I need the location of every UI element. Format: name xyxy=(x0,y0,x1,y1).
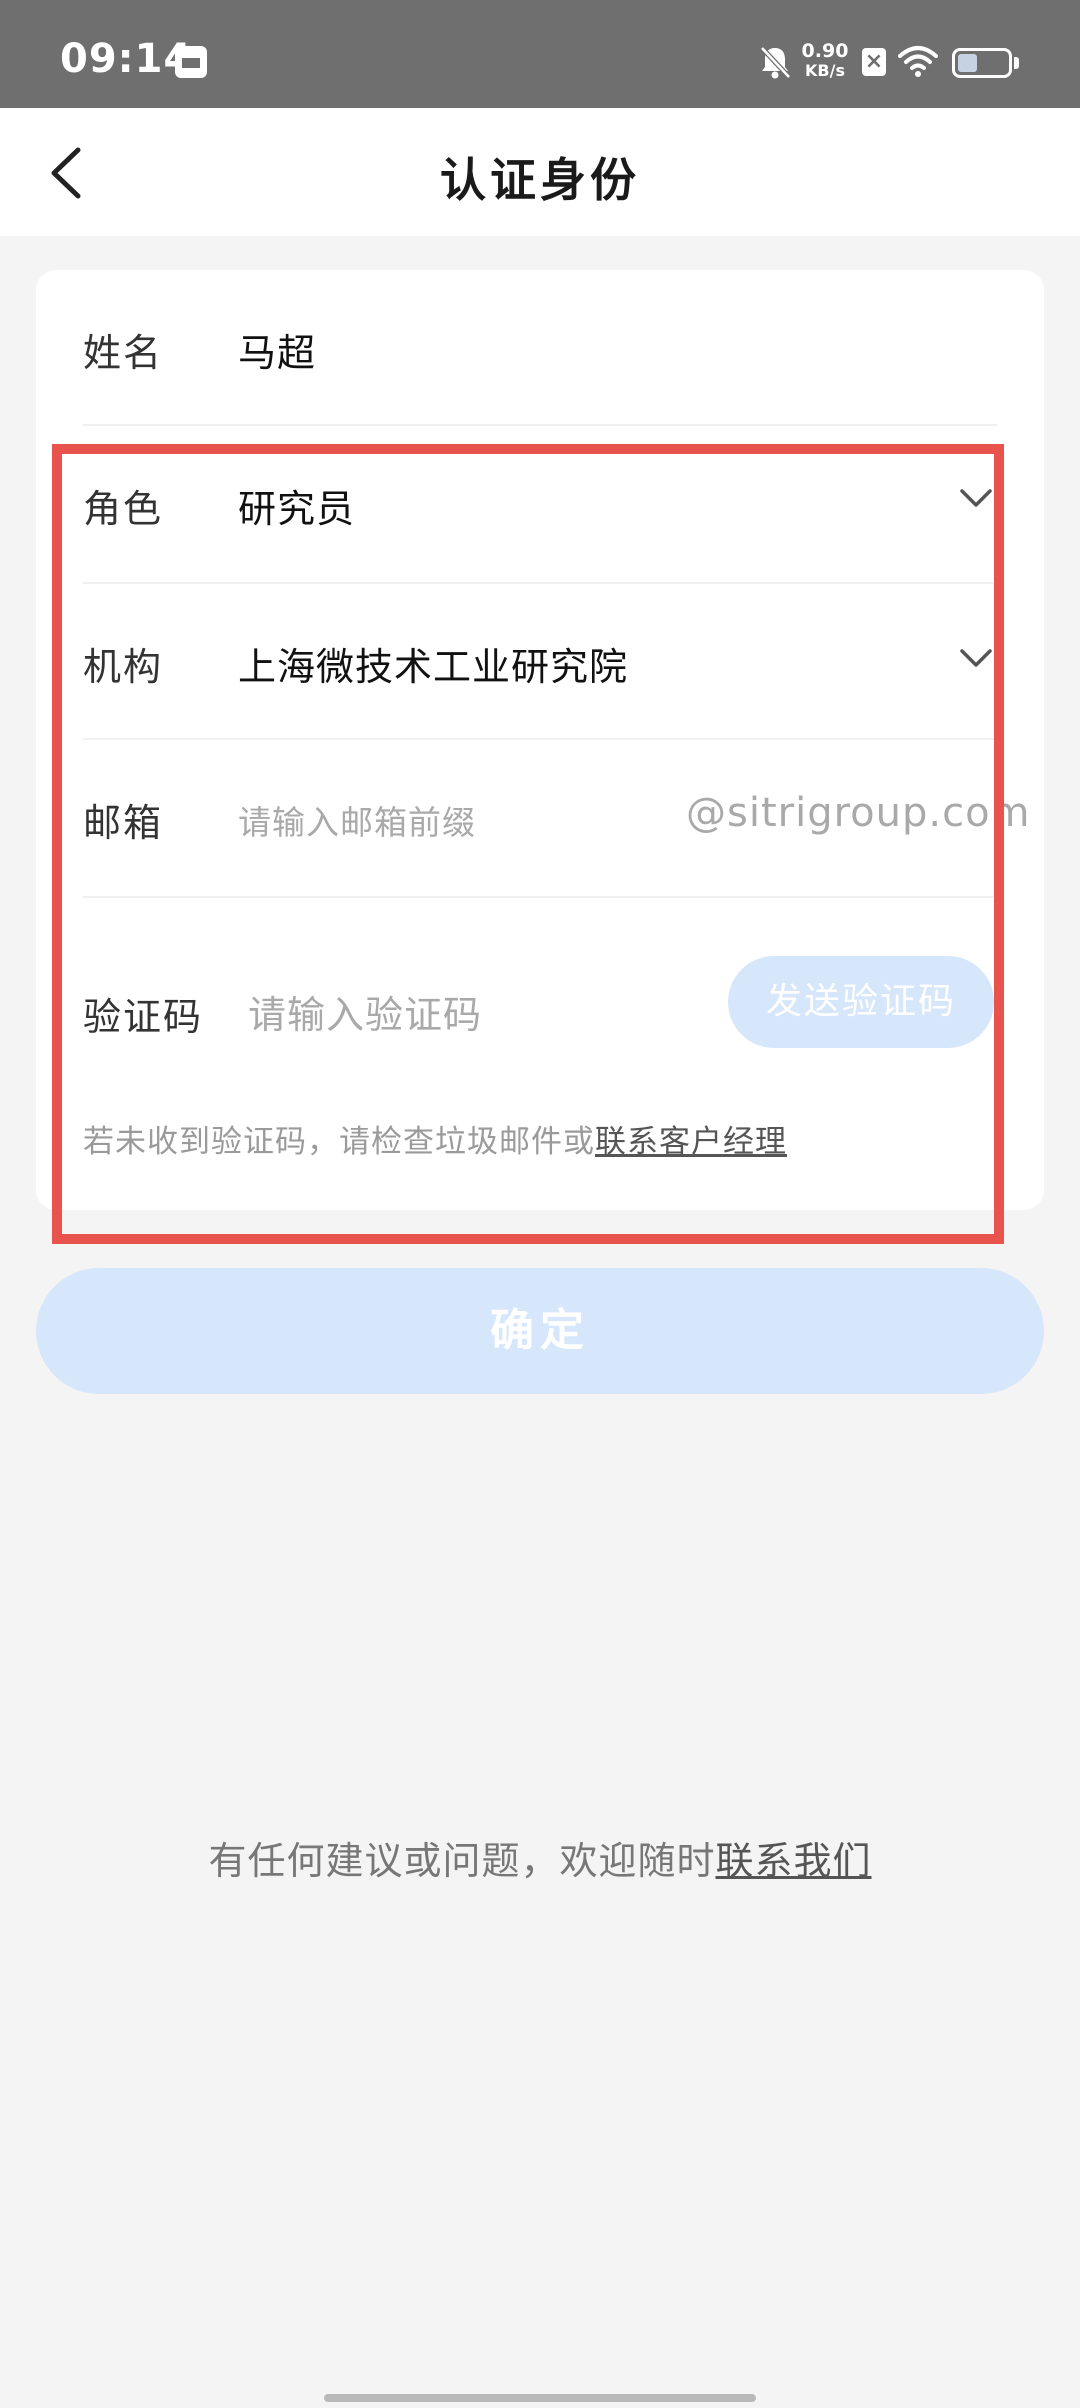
send-code-button[interactable]: 发送验证码 xyxy=(728,956,994,1048)
battery-tip xyxy=(1014,57,1019,69)
email-suffix: @sitrigroup.com xyxy=(686,790,1031,836)
identity-form-card: 姓名 马超 角色 研究员 机构 上海微技术工业研究院 邮箱 请输入邮箱前缀 @s… xyxy=(36,270,1044,1210)
notification-app-icon xyxy=(175,46,207,78)
page-title: 认证身份 xyxy=(440,153,640,207)
network-speed-unit: KB/s xyxy=(805,61,845,80)
confirm-button[interactable]: 确定 xyxy=(36,1268,1044,1394)
chevron-down-icon[interactable] xyxy=(956,478,996,518)
name-row: 姓名 马超 xyxy=(36,270,1044,426)
network-speed: 0.90 KB/s xyxy=(800,40,850,81)
org-label: 机构 xyxy=(83,645,164,689)
footer-text: 有任何建议或问题，欢迎随时联系我们 xyxy=(0,1830,1080,1885)
wifi-icon xyxy=(898,46,938,77)
contact-manager-link[interactable]: 联系客户经理 xyxy=(595,1124,787,1160)
name-value: 马超 xyxy=(238,331,317,375)
role-value: 研究员 xyxy=(238,487,356,531)
battery-level xyxy=(958,54,977,72)
email-input[interactable]: 请输入邮箱前缀 xyxy=(238,796,476,844)
header-bar: 认证身份 xyxy=(0,108,1080,236)
email-row: 邮箱 请输入邮箱前缀 @sitrigroup.com xyxy=(36,740,1044,898)
code-row: 验证码 请输入验证码 发送验证码 xyxy=(36,898,1044,1078)
hint-text: 若未收到验证码，请检查垃圾邮件或联系客户经理 xyxy=(83,1116,787,1161)
footer-message: 有任何建议或问题，欢迎随时 xyxy=(208,1839,716,1883)
network-speed-value: 0.90 xyxy=(801,40,849,62)
org-select[interactable]: 机构 上海微技术工业研究院 xyxy=(36,584,1044,740)
chevron-down-icon[interactable] xyxy=(956,638,996,678)
status-bar: 09:14 0.90 KB/s × xyxy=(0,0,1080,108)
contact-us-link[interactable]: 联系我们 xyxy=(716,1839,872,1883)
code-label: 验证码 xyxy=(83,995,204,1039)
email-label: 邮箱 xyxy=(83,801,164,845)
close-badge-icon: × xyxy=(862,48,886,76)
code-input[interactable]: 请输入验证码 xyxy=(248,984,482,1039)
home-indicator[interactable] xyxy=(324,2394,756,2402)
org-value: 上海微技术工业研究院 xyxy=(238,645,629,689)
name-label: 姓名 xyxy=(83,331,164,375)
role-select[interactable]: 角色 研究员 xyxy=(36,426,1044,584)
mute-bell-icon xyxy=(760,46,791,79)
role-label: 角色 xyxy=(83,487,164,531)
hint-message: 若未收到验证码，请检查垃圾邮件或 xyxy=(83,1124,595,1160)
status-time: 09:14 xyxy=(60,36,193,82)
battery-icon xyxy=(952,48,1012,78)
